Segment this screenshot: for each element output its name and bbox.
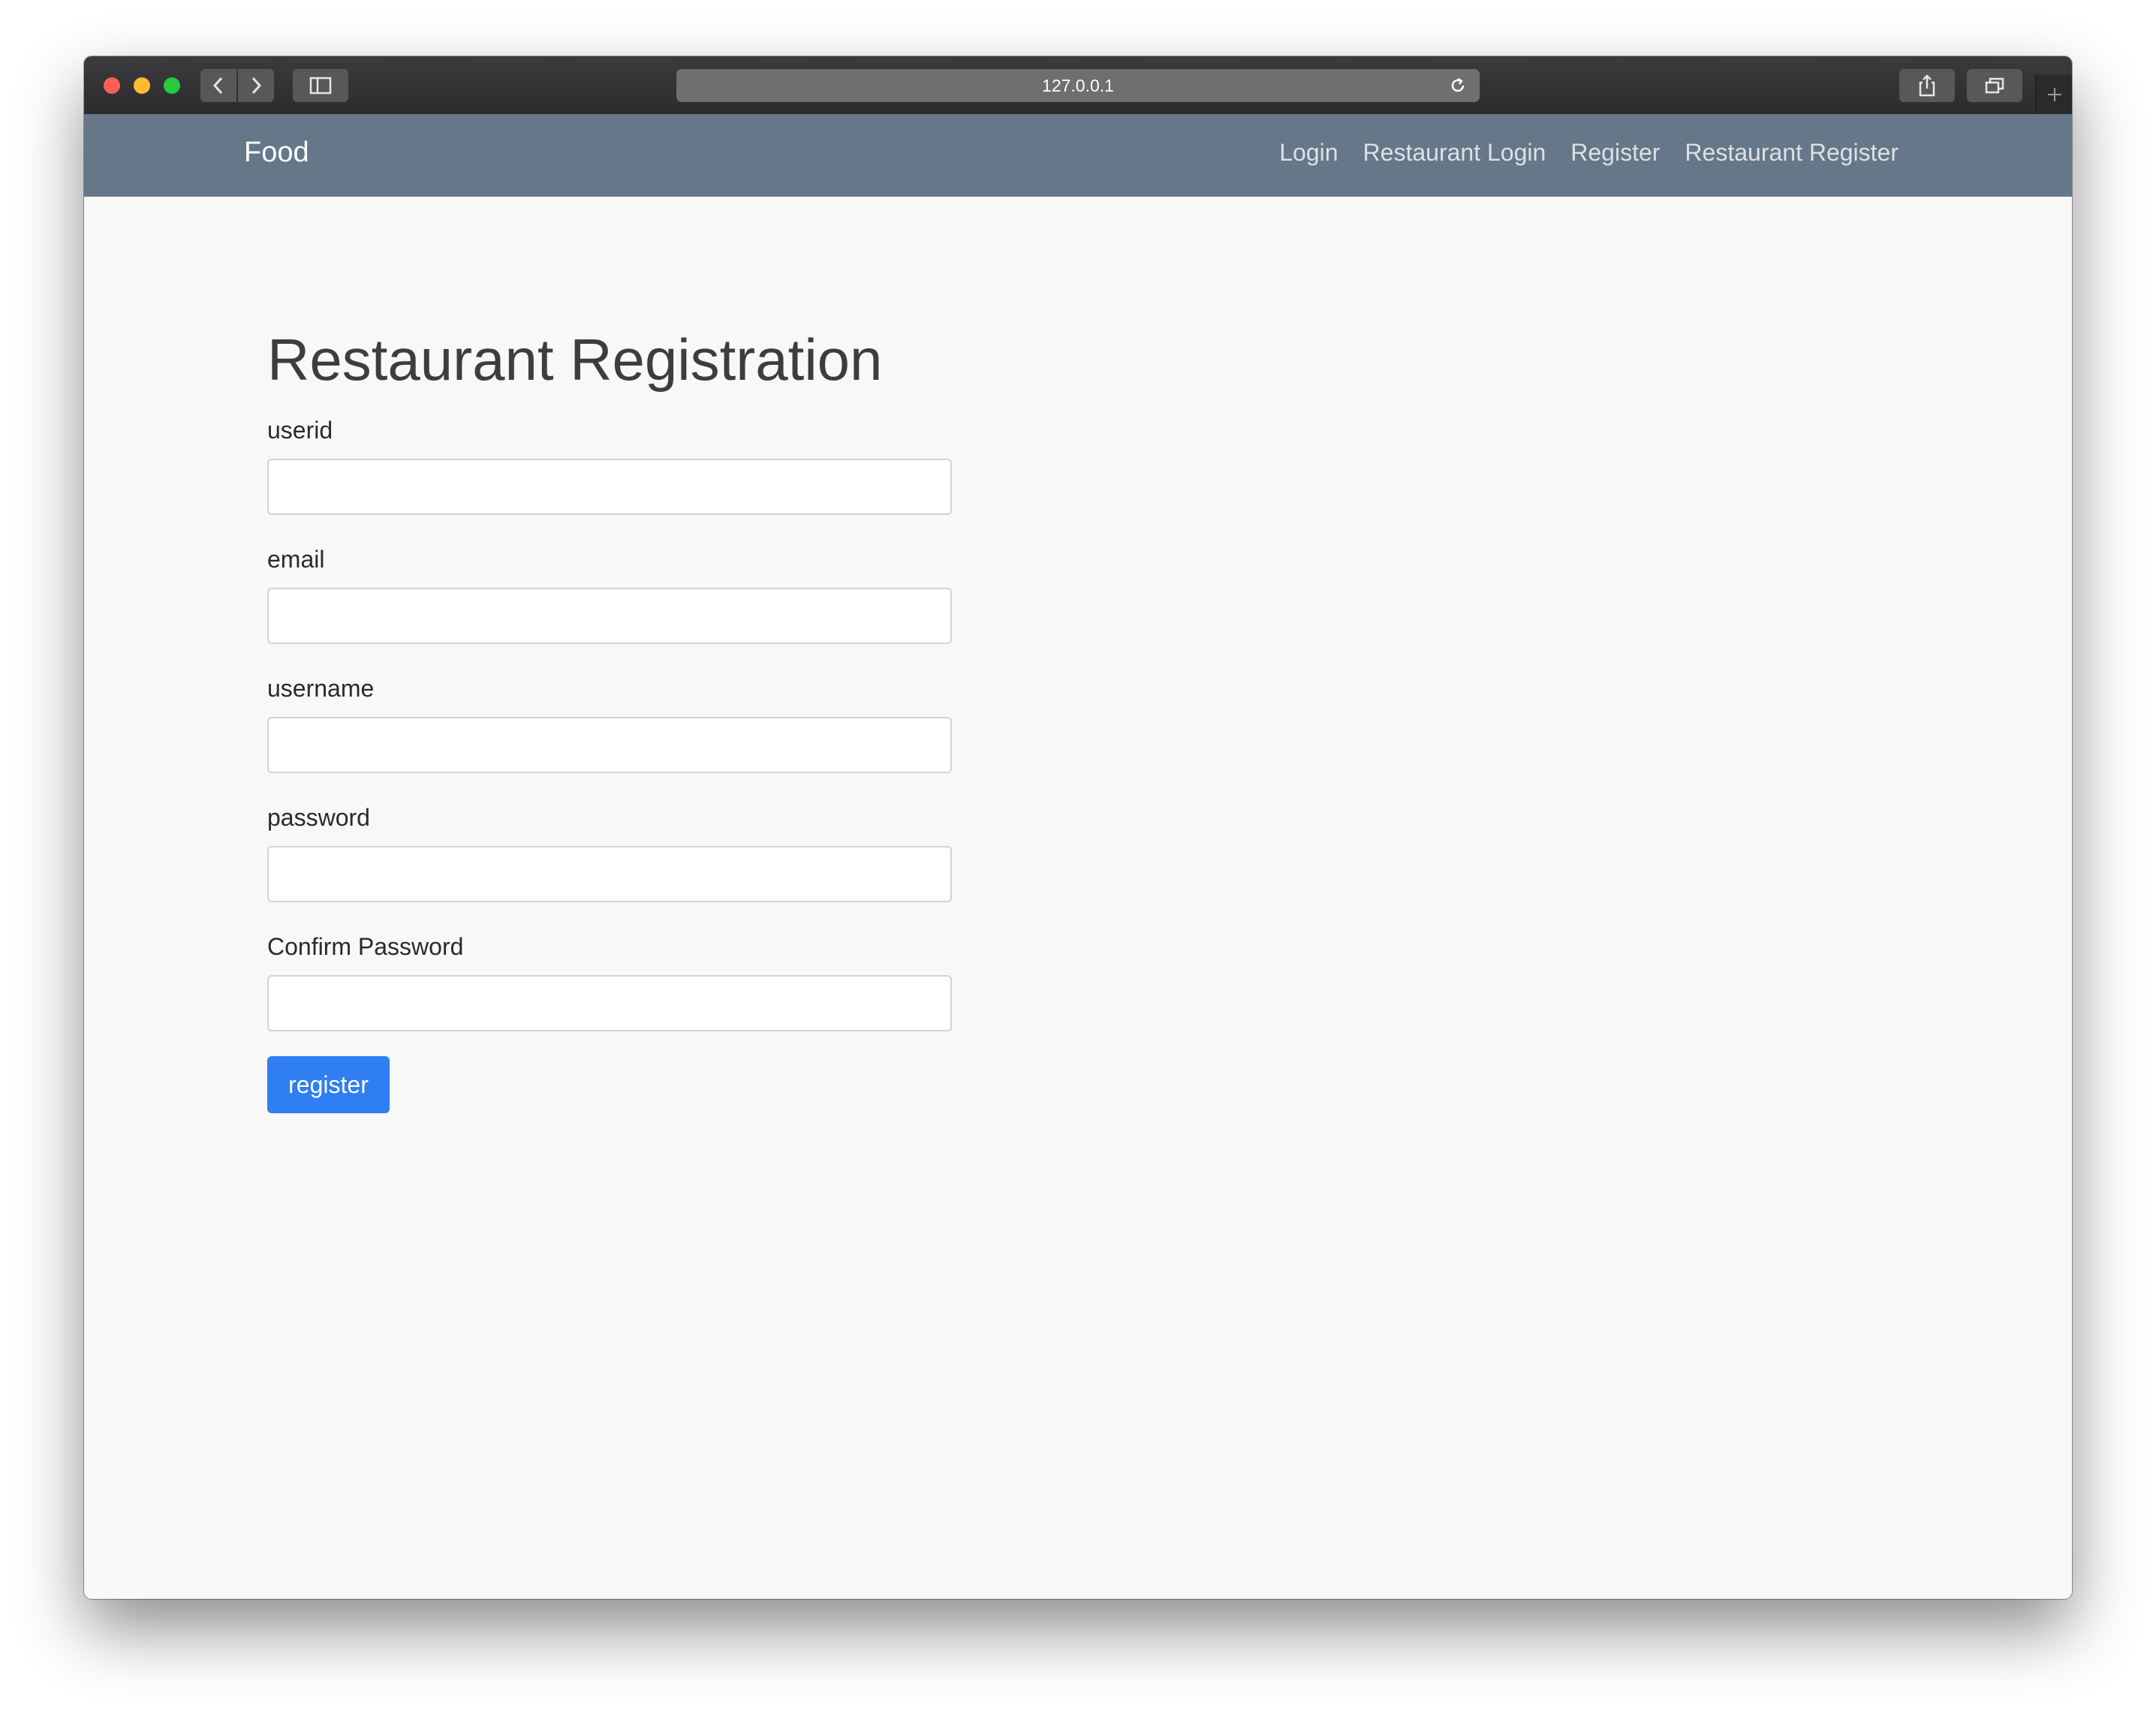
nav-links: Login Restaurant Login Register Restaura… [1279,139,1899,167]
chevron-right-icon [251,77,262,95]
minimize-window-button[interactable] [134,77,150,94]
nav-link-register[interactable]: Register [1570,139,1660,167]
new-tab-button[interactable] [2035,75,2072,114]
sidebar-button[interactable] [293,69,348,102]
share-icon [1919,74,1935,97]
confirm-password-input[interactable] [267,975,952,1031]
nav-link-login[interactable]: Login [1279,139,1338,167]
address-bar[interactable]: 127.0.0.1 [676,69,1480,102]
page-title: Restaurant Registration [267,327,883,393]
back-button[interactable] [200,69,236,102]
zoom-window-button[interactable] [164,77,180,94]
tab-overview-button[interactable] [1967,69,2022,102]
forward-button[interactable] [238,69,274,102]
userid-input[interactable] [267,459,952,515]
password-input[interactable] [267,846,952,902]
site-navbar: Food Login Restaurant Login Register Res… [84,114,2072,197]
tabs-icon [1985,77,2004,94]
browser-window: 127.0.0.1 Food Login Restaurant Login Re… [84,56,2072,1599]
nav-link-restaurant-login[interactable]: Restaurant Login [1363,139,1546,167]
url-text: 127.0.0.1 [1042,75,1114,95]
password-label: password [267,804,370,831]
confirm-password-label: Confirm Password [267,933,464,960]
sidebar-icon [309,77,332,95]
register-button[interactable]: register [267,1056,390,1113]
nav-link-restaurant-register[interactable]: Restaurant Register [1685,139,1899,167]
email-label: email [267,546,325,573]
share-button[interactable] [1899,69,1955,102]
plus-icon [2047,88,2061,101]
close-window-button[interactable] [104,77,120,94]
username-input[interactable] [267,717,952,773]
browser-toolbar: 127.0.0.1 [84,56,2072,115]
brand-link[interactable]: Food [244,137,309,169]
email-input[interactable] [267,588,952,644]
reload-icon[interactable] [1448,76,1468,95]
userid-label: userid [267,417,333,444]
username-label: username [267,675,375,702]
chevron-left-icon [212,77,223,95]
